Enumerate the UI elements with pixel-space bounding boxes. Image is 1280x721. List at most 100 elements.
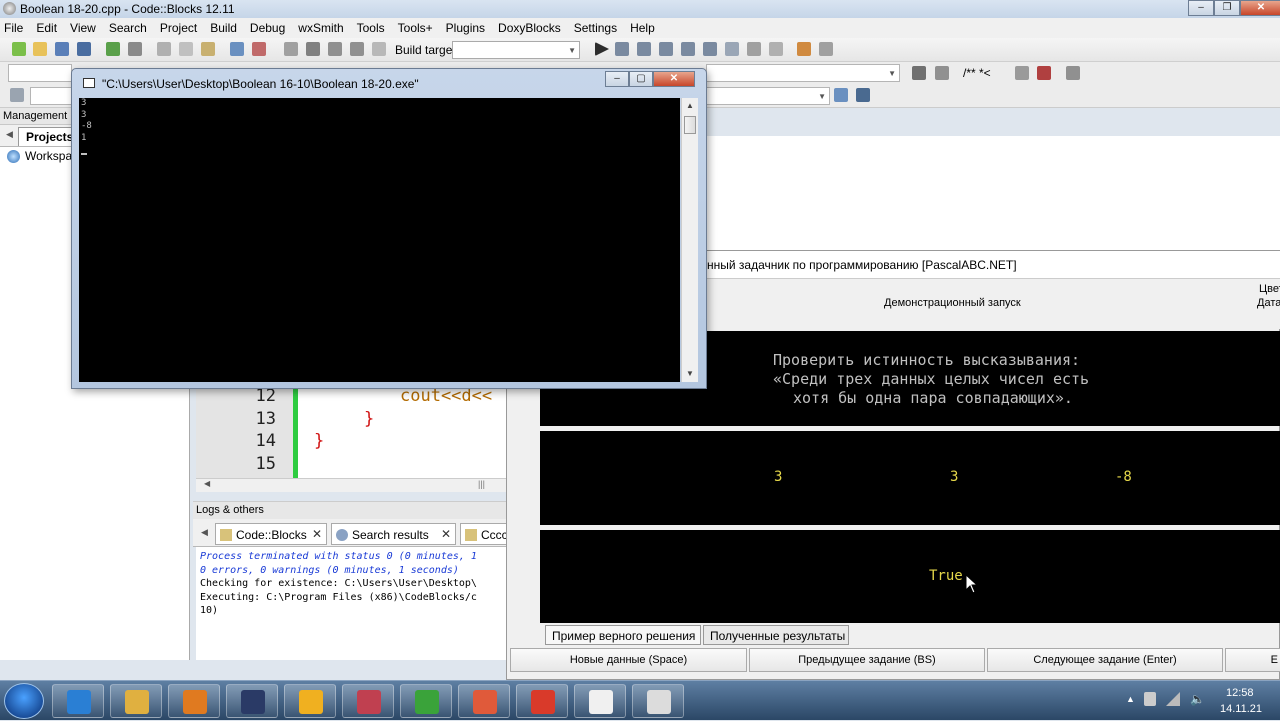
- menu-edit[interactable]: Edit: [36, 21, 57, 35]
- usb-icon[interactable]: [1144, 692, 1156, 706]
- save-all-icon[interactable]: [77, 42, 91, 56]
- jump-icon[interactable]: [10, 88, 24, 102]
- taskbar-app-button[interactable]: [632, 684, 684, 718]
- taskbar-app-button[interactable]: [458, 684, 510, 718]
- tab-search-results[interactable]: Search results ✕: [331, 523, 456, 545]
- doxy-prefs-icon[interactable]: [1066, 66, 1080, 80]
- color-label[interactable]: Цвет: [1259, 283, 1280, 295]
- close-button[interactable]: ✕: [1240, 0, 1280, 16]
- tab-sample-solution[interactable]: Пример верного решения: [545, 625, 701, 645]
- menu-search[interactable]: Search: [109, 21, 147, 35]
- menu-build[interactable]: Build: [210, 21, 237, 35]
- step-into-icon[interactable]: [659, 42, 673, 56]
- pause-icon[interactable]: [747, 42, 761, 56]
- taskbar-app-button[interactable]: [284, 684, 336, 718]
- chevron-left-icon[interactable]: ◀: [204, 479, 210, 488]
- next-task-button[interactable]: Следующее задание (Enter): [987, 648, 1223, 672]
- taskbar-app-button[interactable]: [52, 684, 104, 718]
- step-out-icon[interactable]: [681, 42, 695, 56]
- minimize-button[interactable]: –: [605, 71, 629, 87]
- new-file-icon[interactable]: [12, 42, 26, 56]
- close-icon[interactable]: ✕: [312, 527, 322, 541]
- taskbar-app-button[interactable]: [110, 684, 162, 718]
- run-icon[interactable]: [306, 42, 320, 56]
- menu-plugins[interactable]: Plugins: [446, 21, 485, 35]
- close-icon[interactable]: ✕: [441, 527, 451, 541]
- tab-results[interactable]: Полученные результаты: [703, 625, 849, 645]
- search-options-icon[interactable]: [856, 88, 870, 102]
- taskbar-app-button[interactable]: [400, 684, 452, 718]
- code-editor[interactable]: 12 cout<<d<< 13 } 14 } 15: [196, 380, 506, 480]
- maximize-button[interactable]: ❐: [1214, 0, 1240, 16]
- menu-file[interactable]: File: [4, 21, 23, 35]
- taskbar-app-button[interactable]: [226, 684, 278, 718]
- doxy-wizard-icon[interactable]: [912, 66, 926, 80]
- menu-view[interactable]: View: [70, 21, 96, 35]
- menu-tools[interactable]: Tools: [357, 21, 385, 35]
- build-icon[interactable]: [284, 42, 298, 56]
- taskbar-app-button[interactable]: [342, 684, 394, 718]
- network-icon[interactable]: [1166, 692, 1180, 706]
- doxy-extract-icon[interactable]: [935, 66, 949, 80]
- taskbar-app-button[interactable]: [516, 684, 568, 718]
- search-icon[interactable]: [834, 88, 848, 102]
- chevron-left-icon[interactable]: ◀: [201, 527, 208, 538]
- menu-project[interactable]: Project: [160, 21, 197, 35]
- show-hidden-icons-icon[interactable]: ▲: [1126, 694, 1135, 704]
- clock-time[interactable]: 12:58: [1226, 687, 1254, 699]
- cut-icon[interactable]: [157, 42, 171, 56]
- step-instruction-icon[interactable]: [725, 42, 739, 56]
- copy-icon[interactable]: [179, 42, 193, 56]
- taskbar-app-button[interactable]: [574, 684, 626, 718]
- scroll-grip-icon[interactable]: |||: [478, 479, 485, 489]
- console-vertical-scrollbar[interactable]: ▲ ▼: [681, 98, 698, 382]
- editor-horizontal-scrollbar[interactable]: ◀ |||: [196, 478, 506, 492]
- scroll-down-icon[interactable]: ▼: [682, 366, 698, 382]
- volume-icon[interactable]: 🔈: [1190, 692, 1205, 706]
- paste-icon[interactable]: [201, 42, 215, 56]
- save-icon[interactable]: [55, 42, 69, 56]
- console-output-area[interactable]: 3 3 -8 1: [79, 98, 680, 382]
- replace-icon[interactable]: [252, 42, 266, 56]
- menu-debug[interactable]: Debug: [250, 21, 285, 35]
- next-line-icon[interactable]: [637, 42, 651, 56]
- console-window[interactable]: "C:\Users\User\Desktop\Boolean 16-10\Boo…: [71, 68, 707, 389]
- stop-debug-icon[interactable]: [769, 42, 783, 56]
- comment-toolbar-text[interactable]: /** *<: [963, 66, 991, 80]
- debug-run-icon[interactable]: [595, 42, 609, 56]
- maximize-button[interactable]: ▢: [629, 71, 653, 87]
- various-info-icon[interactable]: [819, 42, 833, 56]
- undo-icon[interactable]: [106, 42, 120, 56]
- doxy-chm-icon[interactable]: [1037, 66, 1051, 80]
- new-data-button[interactable]: Новые данные (Space): [510, 648, 747, 672]
- clock-date[interactable]: 14.11.21: [1220, 703, 1262, 715]
- open-file-icon[interactable]: [33, 42, 47, 56]
- build-target-select[interactable]: ▼: [452, 41, 580, 59]
- doxy-html-icon[interactable]: [1015, 66, 1029, 80]
- build-run-icon[interactable]: [328, 42, 342, 56]
- chevron-left-icon[interactable]: ◀: [6, 129, 13, 140]
- taskbar-app-button[interactable]: [168, 684, 220, 718]
- menu-help[interactable]: Help: [630, 21, 655, 35]
- tab-cccc[interactable]: Cccc: [460, 523, 510, 545]
- find-icon[interactable]: [230, 42, 244, 56]
- debug-windows-icon[interactable]: [797, 42, 811, 56]
- run-to-cursor-icon[interactable]: [615, 42, 629, 56]
- redo-icon[interactable]: [128, 42, 142, 56]
- scope-select[interactable]: [8, 64, 72, 82]
- menu-tools-plus[interactable]: Tools+: [398, 21, 433, 35]
- close-button[interactable]: ✕: [653, 71, 695, 87]
- function-select[interactable]: ▼: [706, 64, 900, 82]
- scroll-thumb[interactable]: [684, 116, 696, 134]
- abort-icon[interactable]: [372, 42, 386, 56]
- menu-settings[interactable]: Settings: [574, 21, 617, 35]
- rebuild-icon[interactable]: [350, 42, 364, 56]
- scroll-up-icon[interactable]: ▲: [682, 98, 698, 114]
- minimize-button[interactable]: –: [1188, 0, 1214, 16]
- start-button[interactable]: [4, 683, 44, 719]
- menu-wxsmith[interactable]: wxSmith: [298, 21, 343, 35]
- exit-button[interactable]: E: [1225, 648, 1280, 672]
- next-instruction-icon[interactable]: [703, 42, 717, 56]
- previous-task-button[interactable]: Предыдущее задание (BS): [749, 648, 985, 672]
- menu-doxyblocks[interactable]: DoxyBlocks: [498, 21, 561, 35]
